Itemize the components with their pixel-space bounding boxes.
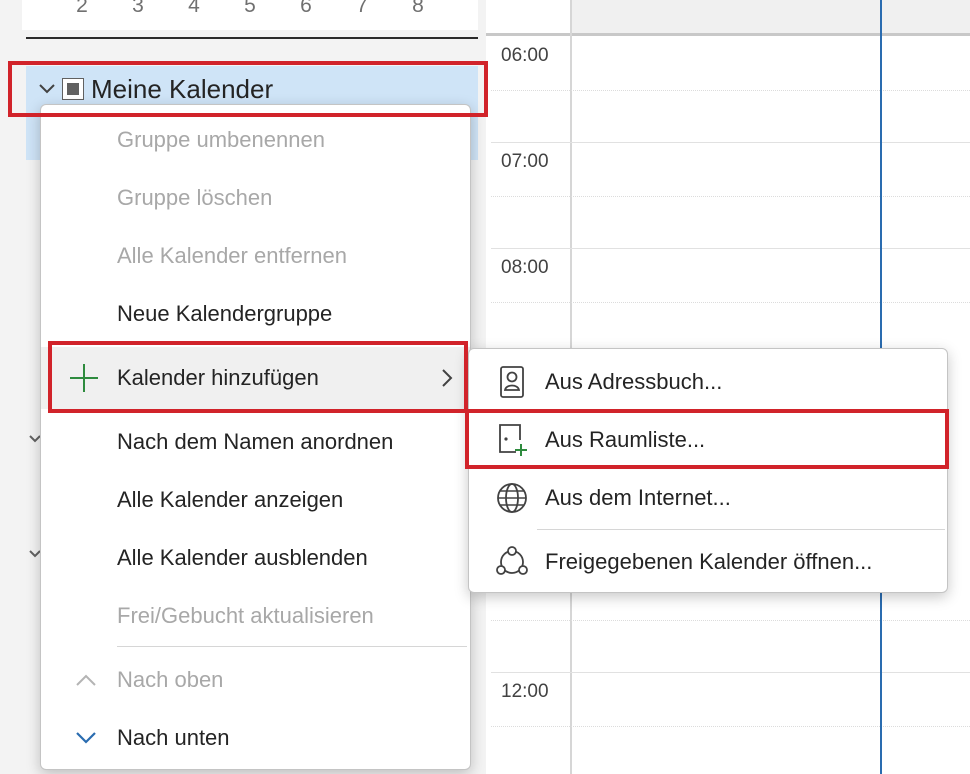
menu-item-label: Nach unten — [117, 725, 230, 750]
chevron-right-icon — [442, 369, 453, 387]
submenu-item-from-room-list[interactable]: Aus Raumliste... — [469, 411, 947, 469]
mini-calendar-week-row: 2 3 4 5 6 7 8 — [22, 0, 478, 30]
time-label: 12:00 — [501, 681, 549, 702]
submenu-item-open-shared-calendar[interactable]: Freigegebenen Kalender öffnen... — [469, 533, 947, 591]
menu-item-label: Neue Kalendergruppe — [117, 301, 333, 326]
menu-item-label: Nach dem Namen anordnen — [117, 429, 394, 454]
menu-item-label: Alle Kalender entfernen — [117, 243, 347, 268]
context-menu: Gruppe umbenennen Gruppe löschen Alle Ka… — [40, 104, 471, 770]
submenu-item-label: Aus Raumliste... — [545, 427, 706, 452]
submenu-item-label: Aus Adressbuch... — [545, 369, 723, 394]
mini-calendar-day[interactable]: 5 — [235, 0, 265, 18]
chevron-up-icon — [69, 663, 103, 697]
menu-item-hide-all-calendars[interactable]: Alle Kalender ausblenden — [41, 529, 470, 587]
menu-item-show-all-calendars[interactable]: Alle Kalender anzeigen — [41, 471, 470, 529]
submenu-separator — [537, 529, 945, 530]
mini-calendar-day[interactable]: 4 — [179, 0, 209, 18]
address-book-icon — [494, 364, 530, 400]
submenu-item-from-internet[interactable]: Aus dem Internet... — [469, 469, 947, 527]
mini-calendar-day[interactable]: 8 — [403, 0, 433, 18]
globe-icon — [494, 480, 530, 516]
half-hour-gridline — [491, 302, 970, 303]
submenu-item-label: Freigegebenen Kalender öffnen... — [545, 549, 873, 574]
menu-item-label: Nach oben — [117, 667, 224, 692]
group-checkbox[interactable] — [62, 78, 84, 100]
mini-calendar-day[interactable]: 3 — [123, 0, 153, 18]
menu-item-remove-all-calendars[interactable]: Alle Kalender entfernen — [41, 227, 470, 285]
hour-gridline — [491, 672, 970, 673]
all-day-strip[interactable] — [571, 0, 970, 36]
shared-calendar-icon — [494, 544, 530, 580]
add-calendar-submenu: Aus Adressbuch... Aus Raumliste... Aus d… — [468, 348, 948, 593]
mini-calendar-divider — [26, 37, 478, 39]
menu-item-rename-group[interactable]: Gruppe umbenennen — [41, 111, 470, 169]
time-label: 06:00 — [501, 45, 549, 66]
hour-gridline — [491, 142, 970, 143]
mini-calendar-day[interactable]: 7 — [347, 0, 377, 18]
submenu-item-label: Aus dem Internet... — [545, 485, 731, 510]
submenu-item-from-address-book[interactable]: Aus Adressbuch... — [469, 353, 947, 411]
chevron-down-icon — [69, 721, 103, 755]
menu-item-delete-group[interactable]: Gruppe löschen — [41, 169, 470, 227]
menu-item-new-calendar-group[interactable]: Neue Kalendergruppe — [41, 285, 470, 343]
menu-item-add-calendar[interactable]: Kalender hinzufügen — [41, 347, 470, 409]
room-list-icon — [494, 422, 530, 458]
half-hour-gridline — [491, 90, 970, 91]
menu-item-label: Gruppe löschen — [117, 185, 273, 210]
mini-calendar-day[interactable]: 6 — [291, 0, 321, 18]
calendar-group-label: Meine Kalender — [91, 73, 274, 104]
half-hour-gridline — [491, 726, 970, 727]
time-label: 08:00 — [501, 257, 549, 278]
menu-item-label: Alle Kalender ausblenden — [117, 545, 368, 570]
menu-item-label: Kalender hinzufügen — [117, 365, 319, 390]
half-hour-gridline — [491, 620, 970, 621]
half-hour-gridline — [491, 196, 970, 197]
menu-item-move-up[interactable]: Nach oben — [41, 651, 470, 709]
menu-item-sort-by-name[interactable]: Nach dem Namen anordnen — [41, 413, 470, 471]
menu-separator — [117, 646, 467, 647]
menu-item-label: Alle Kalender anzeigen — [117, 487, 344, 512]
mini-calendar-day[interactable]: 2 — [67, 0, 97, 18]
hour-gridline — [491, 248, 970, 249]
menu-item-label: Gruppe umbenennen — [117, 127, 325, 152]
menu-item-move-down[interactable]: Nach unten — [41, 709, 470, 767]
time-label: 07:00 — [501, 151, 549, 172]
menu-item-label: Frei/Gebucht aktualisieren — [117, 603, 374, 628]
menu-item-refresh-free-busy[interactable]: Frei/Gebucht aktualisieren — [41, 587, 470, 645]
plus-icon — [67, 361, 101, 395]
all-day-divider — [486, 33, 571, 36]
